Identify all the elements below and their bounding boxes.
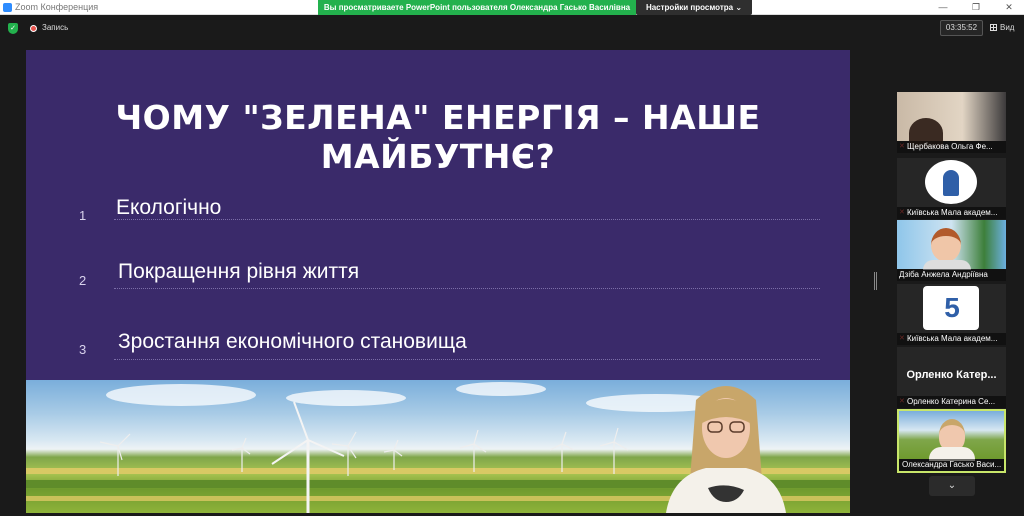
participant-name: Олександра Гасько Васи... (899, 459, 1004, 471)
security-shield-icon[interactable]: ✓ (8, 23, 18, 34)
slide-item-divider (114, 288, 820, 289)
school-logo-number: 5 (944, 292, 960, 323)
zoom-app-icon (3, 3, 12, 12)
slide-title: ЧОМУ "ЗЕЛЕНА" ЕНЕРГІЯ – НАШЕ МАЙБУТНЄ? (115, 98, 761, 176)
participant-name: Щербакова Ольга Фе... (897, 141, 1006, 153)
gallery-grid-icon (990, 24, 997, 31)
recording-icon (30, 25, 37, 32)
slide-item-number: 3 (79, 342, 87, 357)
participant-tile[interactable]: ✕ Київська Мала академ... (897, 158, 1006, 219)
view-options-button[interactable]: Настройки просмотра ⌄ (636, 0, 752, 15)
maximize-button[interactable]: ❐ (961, 0, 991, 15)
participant-name: Орленко Катерина Се... (897, 396, 1006, 408)
window-title: Zoom Конференция (15, 2, 99, 12)
slide-item-text: Екологічно (116, 196, 222, 219)
slide-item-text: Покращення рівня життя (118, 260, 360, 283)
slide-item-divider (114, 359, 820, 360)
participant-tile[interactable]: Дзіба Анжела Андріївна (897, 220, 1006, 281)
panel-resize-handle[interactable] (874, 272, 877, 290)
slide-item-number: 1 (79, 208, 87, 223)
close-button[interactable]: ✕ (994, 0, 1024, 15)
recording-label[interactable]: Запись (42, 22, 68, 34)
view-button-label: Вид (1000, 23, 1015, 32)
window-titlebar: Zoom Конференция Вы просматриваете Power… (0, 0, 1024, 15)
view-options-label: Настройки просмотра (645, 3, 734, 12)
meeting-topbar: ✓ Запись (0, 16, 1024, 40)
meeting-timer: 03:35:52 (940, 20, 983, 36)
participant-tile[interactable]: ✕ Щербакова Ольга Фе... (897, 92, 1006, 153)
minimize-button[interactable]: — (928, 0, 958, 15)
screen-share-banner: Вы просматриваете PowerPoint пользовател… (318, 0, 636, 15)
wind-farm-photo (26, 380, 850, 513)
scroll-down-button[interactable]: ⌄ (929, 476, 975, 496)
shared-slide: ЧОМУ "ЗЕЛЕНА" ЕНЕРГІЯ – НАШЕ МАЙБУТНЄ? 1… (26, 50, 850, 513)
slide-item-text: Зростання економічного становища (118, 330, 467, 353)
participant-display-name: Орленко Катер... (906, 369, 997, 381)
participant-name: Київська Мала академ... (897, 207, 1006, 219)
participant-tile[interactable]: Орленко Катер... ✕ Орленко Катерина Се..… (897, 347, 1006, 408)
chevron-down-icon: ⌄ (735, 3, 743, 12)
participant-tile[interactable]: 5 ✕ Київська Мала академ... (897, 284, 1006, 345)
participant-tile-active-speaker[interactable]: Олександра Гасько Васи... (897, 409, 1006, 473)
view-button[interactable]: Вид (990, 22, 1014, 34)
presenter-video (666, 386, 786, 513)
slide-item-divider (114, 219, 820, 220)
academy-logo-emblem (943, 170, 959, 196)
participant-name: Дзіба Анжела Андріївна (897, 269, 1006, 281)
participant-head (931, 228, 961, 262)
slide-item-number: 2 (79, 273, 87, 288)
participant-name: Київська Мала академ... (897, 333, 1006, 345)
